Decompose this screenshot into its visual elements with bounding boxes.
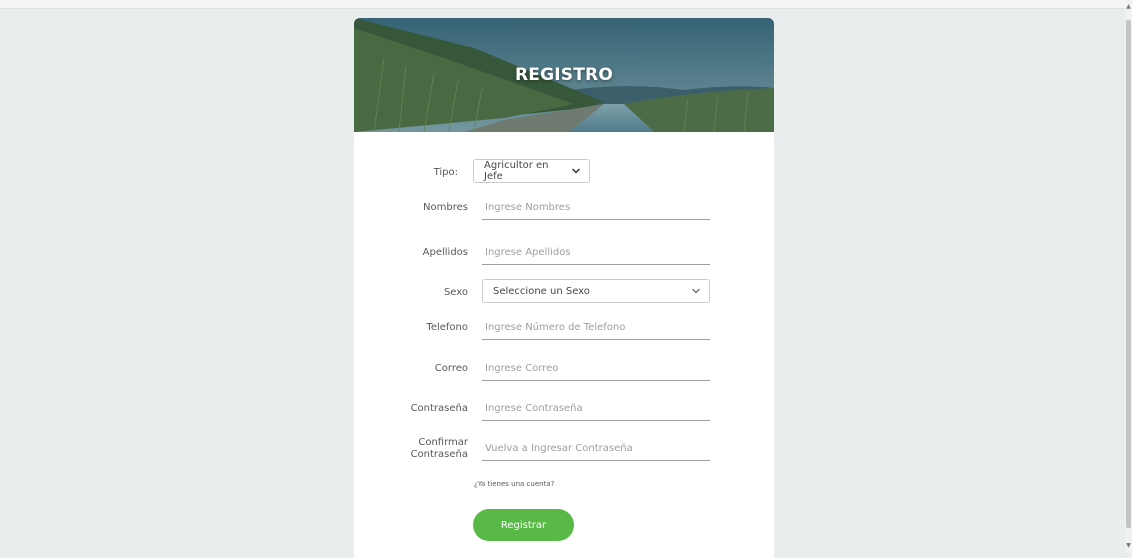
page-scrollbar[interactable]: ▲ ▼ <box>1125 0 1132 553</box>
contrasena-input[interactable]: Ingrese Contraseña <box>482 397 710 421</box>
scroll-down-arrow-icon[interactable]: ▼ <box>1125 541 1132 551</box>
apellidos-input[interactable]: Ingrese Apellidos <box>482 241 710 265</box>
chevron-down-icon <box>692 288 700 294</box>
page-title: REGISTRO <box>515 65 613 85</box>
tipo-select[interactable]: Agricultor en Jefe <box>473 159 590 183</box>
register-button[interactable]: Registrar <box>473 509 574 541</box>
tipo-label: Tipo: <box>433 167 458 178</box>
banner-image: REGISTRO <box>354 18 774 132</box>
tipo-select-value: Agricultor en Jefe <box>484 160 549 182</box>
sexo-select-value: Seleccione un Sexo <box>493 285 590 297</box>
sexo-select[interactable]: Seleccione un Sexo <box>482 279 710 303</box>
telefono-label: Telefono <box>426 322 468 333</box>
confirmar-label-line1: Confirmar <box>418 437 468 448</box>
correo-input[interactable]: Ingrese Correo <box>482 357 710 381</box>
login-link[interactable]: ¿Ya tienes una cuenta? <box>474 480 554 488</box>
chevron-down-icon <box>571 168 581 174</box>
browser-top-edge <box>0 0 1125 9</box>
confirmar-placeholder: Vuelva a Ingresar Contraseña <box>485 443 633 454</box>
nombres-placeholder: Ingrese Nombres <box>485 202 571 213</box>
apellidos-placeholder: Ingrese Apellidos <box>485 247 571 258</box>
confirmar-input[interactable]: Vuelva a Ingresar Contraseña <box>482 437 710 461</box>
correo-label: Correo <box>434 363 468 374</box>
scroll-thumb[interactable] <box>1126 20 1131 528</box>
contrasena-placeholder: Ingrese Contraseña <box>485 403 583 414</box>
contrasena-label: Contraseña <box>410 403 468 414</box>
scroll-up-arrow-icon[interactable]: ▲ <box>1125 2 1132 12</box>
telefono-input[interactable]: Ingrese Número de Telefono <box>482 316 710 340</box>
nombres-input[interactable]: Ingrese Nombres <box>482 196 710 220</box>
confirmar-label-line2: Contraseña <box>410 449 468 460</box>
sexo-label: Sexo <box>443 287 468 298</box>
confirmar-label: Confirmar Contraseña <box>384 437 468 461</box>
nombres-label: Nombres <box>423 202 468 213</box>
correo-placeholder: Ingrese Correo <box>485 363 559 374</box>
telefono-placeholder: Ingrese Número de Telefono <box>485 322 626 333</box>
registration-card: REGISTRO Tipo: Agricultor en Jefe Nombre… <box>354 18 774 558</box>
apellidos-label: Apellidos <box>422 247 468 258</box>
